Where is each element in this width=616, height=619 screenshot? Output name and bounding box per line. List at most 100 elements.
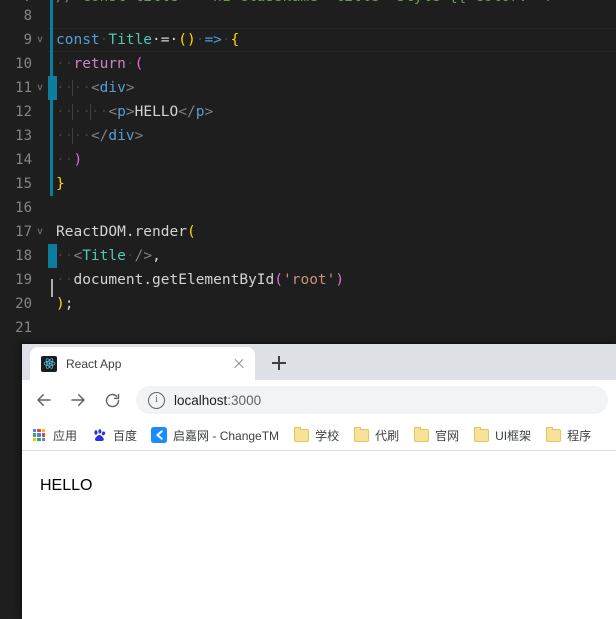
jsx-bracket: </ xyxy=(90,128,109,144)
line-number: 12 xyxy=(15,104,32,120)
comma: , xyxy=(152,248,161,264)
bookmark-baidu[interactable]: 百度 xyxy=(91,427,137,444)
changetm-svg xyxy=(151,427,168,443)
jsx-bracket: > xyxy=(134,128,144,144)
bookmark-folder-school[interactable]: 学校 xyxy=(293,426,340,444)
fold-chevron-open[interactable]: v xyxy=(32,76,48,100)
arrow-left-icon xyxy=(37,394,51,406)
chrome-browser-window[interactable]: React App i localhost:3000 应用 百度 启嘉网 - C… xyxy=(22,344,616,619)
folder-icon xyxy=(473,426,489,443)
bookmark-label: 启嘉网 - ChangeTM xyxy=(173,428,280,443)
react-logo-icon xyxy=(41,355,57,372)
line-number: 17 xyxy=(15,224,32,240)
line-number: 15 xyxy=(15,176,32,192)
whitespace-dot: · xyxy=(125,56,135,72)
react-atom-svg xyxy=(43,358,55,369)
close-paren: ) xyxy=(73,152,83,168)
jsx-bracket: </ xyxy=(178,104,196,120)
jsx-bracket: > xyxy=(125,104,135,120)
bookmark-folder-daishua[interactable]: 代刷 xyxy=(353,426,400,444)
bookmark-changetm[interactable]: 启嘉网 - ChangeTM xyxy=(151,427,279,444)
dirty-marker xyxy=(50,4,53,28)
back-button[interactable] xyxy=(30,386,58,414)
line-number: 19 xyxy=(15,272,32,288)
code-line-11[interactable]: 11 v ····<div> xyxy=(0,76,616,100)
tab-react-app[interactable]: React App xyxy=(30,347,255,380)
operator-equals: ·=· xyxy=(152,32,179,48)
code-line-13[interactable]: 13 ····</div> xyxy=(0,124,616,148)
open-paren: ( xyxy=(186,224,196,240)
code-text: ····<div> xyxy=(48,76,616,100)
jsx-bracket: < xyxy=(73,248,83,264)
line-number: 20 xyxy=(15,296,32,312)
dirty-marker-active xyxy=(48,76,57,100)
close-paren: ) xyxy=(335,272,345,288)
indent-dots: ·· xyxy=(56,272,74,288)
indent-guide: ·· xyxy=(89,104,109,120)
code-line-12[interactable]: 12 ······<p>HELLO</p> xyxy=(0,100,616,124)
line-number: 9 xyxy=(23,32,32,48)
code-line-9[interactable]: 9 v const·Title·=·()·=>·{ xyxy=(0,28,616,52)
fold-chevron-open[interactable]: v xyxy=(32,220,48,244)
address-bar[interactable]: i localhost:3000 xyxy=(136,386,608,414)
indent-guide: ·· xyxy=(72,104,91,120)
indent-guide: ·· xyxy=(72,80,91,96)
code-line-16[interactable]: 16 xyxy=(0,196,616,220)
whitespace-dot: · xyxy=(125,248,135,264)
browser-toolbar[interactable]: i localhost:3000 xyxy=(22,380,616,420)
object-document: document xyxy=(73,272,144,288)
close-icon[interactable] xyxy=(231,356,247,372)
close-paren: ) xyxy=(56,296,65,312)
bookmark-folder-official[interactable]: 官网 xyxy=(413,426,459,444)
whitespace-dot: · xyxy=(221,32,231,48)
baidu-paw-icon xyxy=(91,427,107,443)
code-text: ··) xyxy=(48,148,616,172)
bookmark-apps[interactable]: 应用 xyxy=(31,427,77,444)
bookmark-label: 代刷 xyxy=(375,428,400,443)
arrow-right-icon xyxy=(71,394,85,406)
jsx-tag-div-close: div xyxy=(108,128,135,144)
indent-dots: ·· xyxy=(56,248,74,264)
code-line-19[interactable]: 19 ··document.getElementById('root') xyxy=(0,268,616,292)
fold-chevron-open[interactable]: v xyxy=(32,28,48,52)
indent-dots: ·· xyxy=(56,56,74,72)
method-render: render xyxy=(134,224,187,240)
url-host: localhost xyxy=(174,392,228,408)
code-line-18[interactable]: 18 ··<Title·/>, xyxy=(0,244,616,268)
jsx-bracket: < xyxy=(108,104,118,120)
dirty-marker xyxy=(50,28,53,52)
close-brace: } xyxy=(56,176,65,192)
code-line-17[interactable]: 17 v ReactDOM.render( xyxy=(0,220,616,244)
arrow-operator: => xyxy=(204,32,222,48)
bookmark-folder-ui[interactable]: UI框架 xyxy=(473,426,531,444)
tab-strip[interactable]: React App xyxy=(22,344,616,380)
forward-button[interactable] xyxy=(64,386,92,414)
string-root: 'root' xyxy=(283,272,336,288)
code-line-21[interactable]: 21 xyxy=(0,316,616,340)
indent-dots: ·· xyxy=(56,152,74,168)
reload-button[interactable] xyxy=(98,386,126,414)
bookmark-label: 学校 xyxy=(315,428,340,443)
code-line-14[interactable]: 14 ··) xyxy=(0,148,616,172)
dirty-marker-active xyxy=(48,244,57,268)
line-number: 18 xyxy=(15,248,32,264)
code-line-20[interactable]: 20 ); xyxy=(0,292,616,316)
semicolon: ; xyxy=(64,296,74,312)
indent-dots: ·· xyxy=(56,80,74,96)
method-get-element-by-id: getElementById xyxy=(152,272,275,288)
bookmark-label: 应用 xyxy=(53,428,78,443)
bookmarks-bar[interactable]: 应用 百度 启嘉网 - ChangeTM 学校 代刷 官网 UI框架 程序 xyxy=(22,420,616,451)
folder-icon xyxy=(353,426,369,443)
new-tab-button[interactable] xyxy=(265,349,293,377)
site-info-icon[interactable]: i xyxy=(148,391,165,409)
dirty-marker xyxy=(50,172,53,196)
code-text: ··document.getElementById('root') xyxy=(48,268,616,292)
bookmark-folder-program[interactable]: 程序 xyxy=(545,426,591,444)
dirty-marker xyxy=(50,52,53,76)
code-line-15[interactable]: 15 } xyxy=(0,172,616,196)
code-line-8[interactable]: 8 xyxy=(0,4,616,28)
code-text: } xyxy=(48,172,616,196)
apps-grid-shape xyxy=(32,428,46,442)
baidu-svg xyxy=(93,428,105,441)
code-line-10[interactable]: 10 ··return·( xyxy=(0,52,616,76)
